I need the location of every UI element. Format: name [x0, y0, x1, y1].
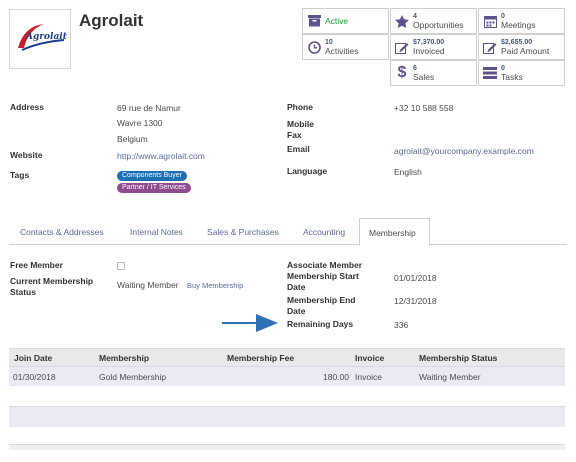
dollar-icon: $	[397, 64, 407, 81]
invoiced-button[interactable]: $7,370.00 Invoiced	[390, 34, 477, 60]
membership-lines-table: Join Date Membership Membership Fee Invo…	[9, 348, 565, 386]
col-membership-fee[interactable]: Membership Fee	[227, 353, 294, 363]
col-membership-status[interactable]: Membership Status	[419, 353, 497, 363]
company-logo[interactable]: Agrolait	[9, 9, 71, 69]
edit-icon	[391, 41, 413, 54]
opportunities-button[interactable]: 4 Opportunities	[390, 8, 477, 34]
calendar-icon	[479, 15, 501, 28]
active-toggle-button[interactable]: Active	[302, 8, 389, 34]
website-label: Website	[10, 150, 43, 160]
paid-amount-button[interactable]: $2,655.00 Paid Amount	[478, 34, 565, 60]
table-row[interactable]: 01/30/2018 Gold Membership 180.00 Invoic…	[9, 366, 565, 386]
tag-partner-it-services[interactable]: Partner / IT Services	[117, 183, 191, 193]
col-membership[interactable]: Membership	[99, 353, 149, 363]
membership-end-value: 12/31/2018	[394, 296, 437, 306]
active-label: Active	[325, 15, 349, 26]
current-status-value: Waiting Member	[117, 280, 179, 290]
col-invoice[interactable]: Invoice	[355, 353, 384, 363]
cell-invoice: Invoice	[355, 372, 382, 382]
agrolait-logo-graphic: Agrolait	[18, 24, 68, 51]
current-status-label-line2: Status	[10, 287, 36, 297]
table-footer	[9, 444, 565, 450]
table-header: Join Date Membership Membership Fee Invo…	[9, 348, 565, 366]
language-value: English	[394, 167, 422, 177]
annotation-arrow-icon	[222, 314, 278, 332]
address-city: Wavre 1300	[117, 118, 163, 128]
smart-button-box: Active 4 Opportunities 0 Meetings 10 Activi…	[302, 8, 567, 87]
activities-button[interactable]: 10 Activities	[302, 34, 389, 60]
archive-icon	[303, 15, 325, 27]
address-country: Belgium	[117, 134, 148, 144]
cell-status: Waiting Member	[419, 372, 481, 382]
table-row-empty	[9, 406, 565, 427]
website-link[interactable]: http://www.agrolait.com	[117, 151, 205, 161]
membership-start-value: 01/01/2018	[394, 273, 437, 283]
tab-membership[interactable]: Membership	[359, 218, 430, 246]
tab-accounting[interactable]: Accounting	[303, 227, 345, 237]
current-status-label: Current Membership	[10, 276, 94, 286]
partner-name: Agrolait	[79, 11, 144, 30]
mobile-label: Mobile	[287, 119, 314, 129]
tab-internal-notes[interactable]: Internal Notes	[130, 227, 183, 237]
notebook-tabs: Contacts & Addresses Internal Notes Sale…	[9, 218, 567, 246]
language-label: Language	[287, 166, 328, 176]
email-label: Email	[287, 144, 310, 154]
star-icon	[391, 14, 413, 28]
tasks-icon	[479, 67, 501, 79]
remaining-days-label: Remaining Days	[287, 319, 354, 329]
buy-membership-button[interactable]: Buy Membership	[187, 281, 243, 290]
logo-text: Agrolait	[25, 32, 68, 42]
free-member-checkbox[interactable]	[117, 262, 125, 270]
address-street: 69 rue de Namur	[117, 103, 181, 113]
tags-label: Tags	[10, 170, 30, 180]
cell-join-date: 01/30/2018	[13, 372, 56, 382]
tab-contacts-addresses[interactable]: Contacts & Addresses	[20, 227, 104, 237]
address-label: Address	[10, 102, 45, 112]
phone-value[interactable]: +32 10 588 558	[394, 103, 453, 113]
fax-label: Fax	[287, 130, 302, 140]
remaining-days-value: 336	[394, 320, 409, 330]
col-join-date[interactable]: Join Date	[14, 353, 52, 363]
tasks-button[interactable]: 0 Tasks	[478, 60, 565, 86]
tab-sales-purchases[interactable]: Sales & Purchases	[207, 227, 279, 237]
tag-components-buyer[interactable]: Components Buyer	[117, 171, 187, 181]
membership-start-label-line2: Date	[287, 282, 306, 292]
cell-fee: 180.00	[323, 372, 349, 382]
meetings-button[interactable]: 0 Meetings	[478, 8, 565, 34]
phone-label: Phone	[287, 102, 313, 112]
associate-member-label: Associate Member	[287, 260, 363, 270]
email-link[interactable]: agrolait@yourcompany.example.com	[394, 146, 534, 156]
cell-membership: Gold Membership	[99, 372, 167, 382]
membership-end-label-line2: Date	[287, 306, 306, 316]
free-member-label: Free Member	[10, 260, 63, 270]
edit-icon	[479, 41, 501, 54]
membership-end-label: Membership End	[287, 295, 356, 305]
clock-icon	[303, 40, 325, 54]
sales-button[interactable]: $ 6 Sales	[390, 60, 477, 86]
membership-start-label: Membership Start	[287, 271, 359, 281]
